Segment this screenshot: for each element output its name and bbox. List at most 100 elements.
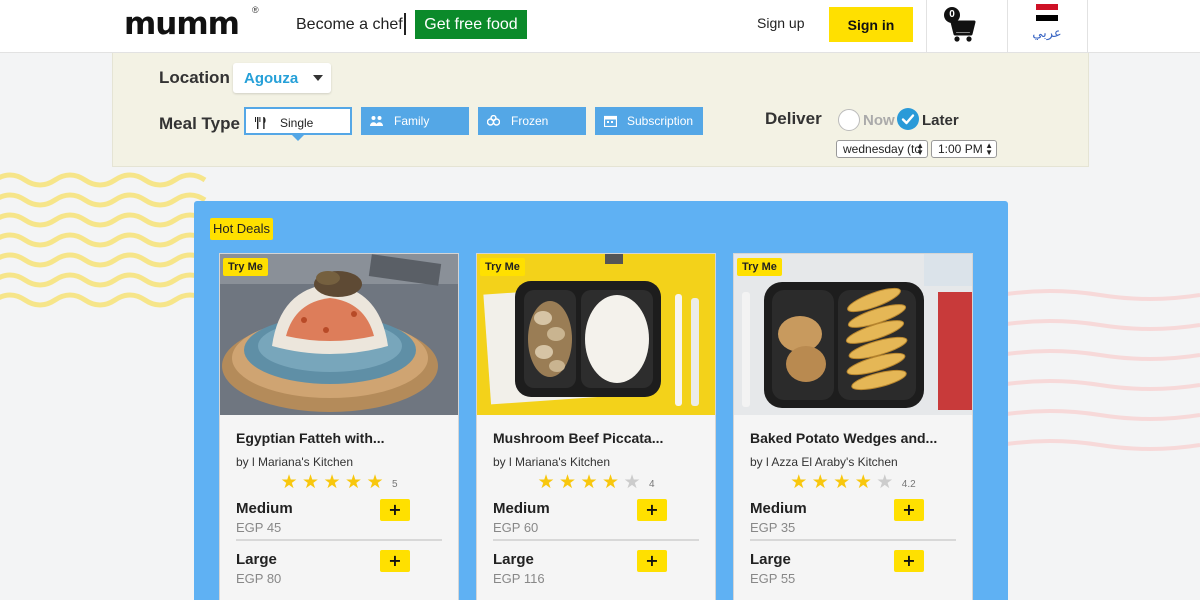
size-medium-label: Medium	[493, 500, 550, 517]
pink-waves-decoration	[1000, 289, 1200, 451]
delivery-day-select[interactable]: wednesday (to ▲ ▼	[836, 140, 928, 158]
deliver-later-label[interactable]: Later	[922, 112, 959, 129]
size-large-label: Large	[493, 551, 534, 568]
meal-card[interactable]: Try Me Mushroom Beef Piccata... by l Mar…	[476, 253, 716, 600]
delivery-time-select[interactable]: 1:00 PM ▲ ▼	[931, 140, 997, 158]
deliver-now-radio[interactable]	[838, 109, 860, 131]
add-large-button[interactable]: +	[380, 550, 410, 572]
location-select[interactable]: Agouza	[233, 63, 331, 93]
potato-wedges-dish-image[interactable]	[734, 254, 972, 415]
size-large-label: Large	[236, 551, 277, 568]
meal-card[interactable]: Try Me Baked Potato Wedges and... by l A…	[733, 253, 973, 600]
star-icon: ★	[811, 472, 829, 493]
star-rating: ★ ★ ★ ★ ★ 5	[220, 471, 458, 494]
star-icon: ★	[790, 472, 808, 493]
meal-type-label: Meal Type	[159, 114, 240, 133]
size-large-price: EGP 116	[493, 571, 545, 586]
meal-type-subscription-button[interactable]: Subscription	[595, 107, 703, 135]
size-large-label: Large	[750, 551, 791, 568]
star-icon: ★	[601, 472, 620, 493]
star-icon: ★	[580, 472, 598, 493]
star-rating: ★ ★ ★ ★ ★ 4	[477, 471, 715, 494]
fork-knife-icon	[255, 117, 266, 129]
become-chef-link[interactable]: Become a chef	[296, 16, 403, 34]
select-arrows-icon: ▲ ▼	[985, 141, 993, 157]
get-free-food-button[interactable]: Get free food	[415, 10, 527, 39]
select-arrows-icon: ▲ ▼	[916, 141, 924, 157]
chef-name[interactable]: by l Mariana's Kitchen	[236, 455, 353, 469]
delivery-time-value: 1:00 PM	[938, 142, 983, 156]
size-medium-price: EGP 60	[493, 520, 539, 535]
add-medium-button[interactable]: +	[380, 499, 410, 521]
meal-type-single-button[interactable]: Single	[244, 107, 352, 135]
star-icon: ★	[323, 472, 341, 493]
size-large-price: EGP 55	[750, 571, 796, 586]
size-medium-label: Medium	[236, 500, 293, 517]
try-me-tag: Try Me	[480, 258, 525, 276]
yellow-waves-decoration	[0, 172, 207, 308]
caret-down-icon	[313, 75, 323, 81]
mushroom-beef-dish-image[interactable]	[477, 254, 715, 415]
location-label: Location	[159, 68, 230, 87]
size-medium-label: Medium	[750, 500, 807, 517]
deliver-later-radio[interactable]	[897, 108, 919, 130]
rating-value: 5	[391, 479, 398, 490]
star-icon: ★	[854, 472, 872, 493]
star-icon: ★	[537, 472, 555, 493]
egypt-flag-icon[interactable]	[1036, 4, 1058, 21]
meal-type-family-label: Family	[394, 114, 430, 128]
star-rating: ★ ★ ★ ★ ★ 4.2	[734, 471, 972, 494]
location-value: Agouza	[244, 70, 299, 87]
size-large-price: EGP 80	[236, 571, 282, 586]
delivery-day-value: wednesday (to	[843, 142, 922, 156]
size-medium-price: EGP 45	[236, 520, 282, 535]
meal-title[interactable]: Baked Potato Wedges and...	[750, 430, 937, 446]
header-separator	[1087, 0, 1088, 53]
header-separator	[926, 0, 927, 53]
meal-card[interactable]: Try Me Egyptian Fatteh with... by l Mari…	[219, 253, 459, 600]
add-medium-button[interactable]: +	[894, 499, 924, 521]
card-divider	[750, 539, 956, 541]
top-header: mumm ® Become a chef Get free food Sign …	[0, 0, 1200, 53]
fatteh-dish-image[interactable]	[220, 254, 458, 415]
header-separator	[1007, 0, 1008, 53]
sign-in-button[interactable]: Sign in	[829, 7, 913, 42]
snowflake-icon	[487, 115, 500, 126]
meal-title[interactable]: Mushroom Beef Piccata...	[493, 430, 663, 446]
star-icon: ★	[301, 472, 320, 493]
meal-type-subscription-label: Subscription	[627, 114, 694, 128]
meal-title[interactable]: Egyptian Fatteh with...	[236, 430, 385, 446]
rating-value: 4	[648, 479, 655, 490]
registered-mark: ®	[252, 5, 259, 15]
hot-deals-badge: Hot Deals	[210, 218, 273, 240]
star-icon: ★	[280, 472, 298, 493]
meal-type-family-button[interactable]: Family	[361, 107, 469, 135]
chef-name[interactable]: by l Azza El Araby's Kitchen	[750, 455, 898, 469]
rating-value: 4.2	[901, 479, 916, 490]
family-icon	[370, 116, 383, 126]
add-large-button[interactable]: +	[894, 550, 924, 572]
deliver-now-label[interactable]: Now	[863, 112, 895, 129]
meal-type-frozen-button[interactable]: Frozen	[478, 107, 586, 135]
mumm-logo[interactable]: mumm	[124, 6, 240, 42]
sign-up-link[interactable]: Sign up	[757, 15, 804, 31]
add-large-button[interactable]: +	[637, 550, 667, 572]
star-empty-icon: ★	[876, 472, 894, 493]
chef-name[interactable]: by l Mariana's Kitchen	[493, 455, 610, 469]
calendar-icon	[604, 115, 617, 127]
cart-count-badge: 0	[944, 7, 960, 23]
star-empty-icon: ★	[623, 472, 641, 493]
meal-type-single-label: Single	[280, 116, 314, 130]
check-icon	[901, 114, 915, 125]
add-medium-button[interactable]: +	[637, 499, 667, 521]
star-icon: ★	[344, 472, 363, 493]
card-divider	[493, 539, 699, 541]
try-me-tag: Try Me	[737, 258, 782, 276]
star-icon: ★	[558, 472, 577, 493]
meal-type-frozen-label: Frozen	[511, 114, 549, 128]
language-switch[interactable]: عربي	[1030, 26, 1064, 41]
deliver-label: Deliver	[765, 109, 822, 128]
try-me-tag: Try Me	[223, 258, 268, 276]
card-divider	[236, 539, 442, 541]
active-tab-pointer	[292, 135, 304, 141]
